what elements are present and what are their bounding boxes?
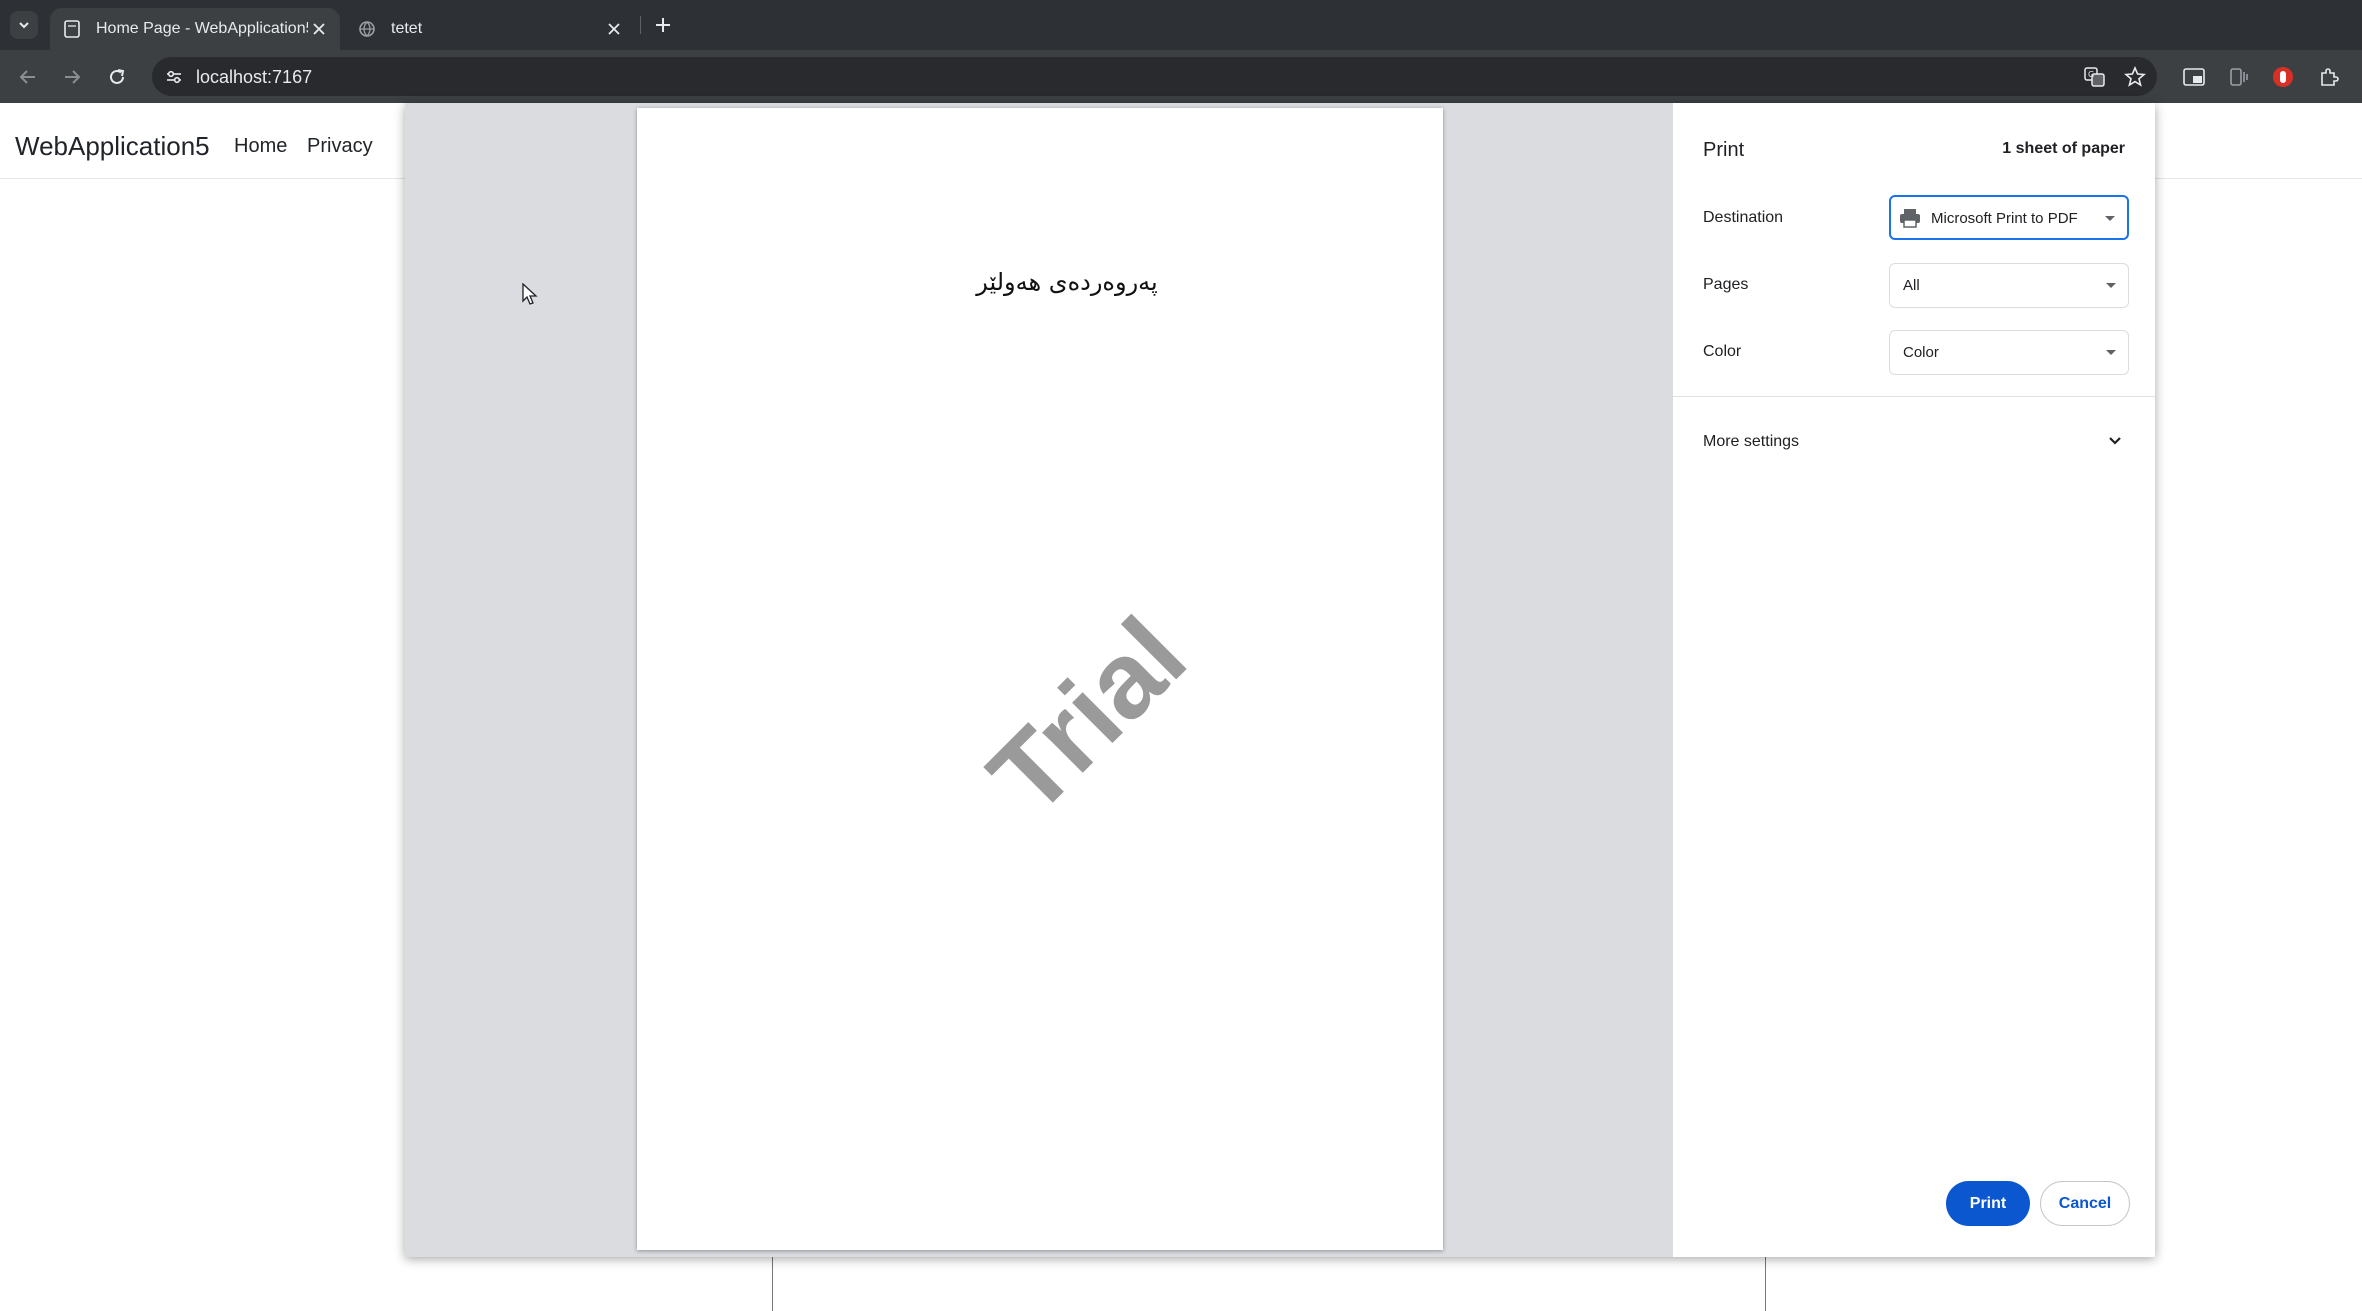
more-settings-toggle[interactable]: More settings xyxy=(1703,433,1799,451)
tab-search-button[interactable] xyxy=(10,11,38,39)
page-divider-line xyxy=(1765,1256,1766,1311)
tab-title: tetet xyxy=(391,20,423,37)
destination-select[interactable]: Microsoft Print to PDF xyxy=(1889,195,2129,240)
document-icon xyxy=(62,19,82,39)
print-dialog: پەروەردەی هەولێر Trial Print 1 sheet of … xyxy=(405,103,2155,1257)
plus-icon xyxy=(656,18,670,32)
preview-heading: پەروەردەی هەولێر xyxy=(976,268,1158,296)
extension-icon[interactable] xyxy=(2224,62,2254,92)
chevron-down-icon[interactable] xyxy=(2105,431,2125,451)
site-brand[interactable]: WebApplication5 xyxy=(15,131,210,162)
color-label: Color xyxy=(1703,343,1742,360)
color-select[interactable]: Color xyxy=(1889,330,2129,375)
reload-button[interactable] xyxy=(101,61,133,93)
forward-button[interactable] xyxy=(56,61,88,93)
star-icon[interactable] xyxy=(2123,65,2147,89)
dropdown-arrow-icon xyxy=(2106,350,2116,355)
cancel-button[interactable]: Cancel xyxy=(2040,1181,2130,1226)
picture-in-picture-icon[interactable] xyxy=(2179,62,2209,92)
sheet-count: 1 sheet of paper xyxy=(2002,140,2125,157)
browser-toolbar: localhost:7167 G xyxy=(0,50,2362,103)
nav-home-link[interactable]: Home xyxy=(234,135,287,158)
dropdown-arrow-icon xyxy=(2105,216,2115,221)
tab-home-page[interactable]: Home Page - WebApplication5 xyxy=(50,8,340,50)
pages-label: Pages xyxy=(1703,276,1749,293)
new-tab-button[interactable] xyxy=(650,12,676,38)
chevron-down-icon xyxy=(19,22,29,29)
globe-icon xyxy=(357,19,377,39)
tab-strip: Home Page - WebApplication5 tetet xyxy=(0,0,2362,50)
destination-label: Destination xyxy=(1703,209,1784,226)
destination-value: Microsoft Print to PDF xyxy=(1931,210,2078,227)
site-info-icon[interactable] xyxy=(160,63,188,91)
print-settings-panel: Print 1 sheet of paper Destination Micro… xyxy=(1673,103,2155,1257)
mouse-cursor-icon xyxy=(522,283,538,305)
address-url: localhost:7167 xyxy=(196,67,313,87)
puzzle-icon[interactable] xyxy=(2314,62,2344,92)
print-preview-sheet: پەروەردەی هەولێر Trial xyxy=(637,108,1443,1250)
svg-text:G: G xyxy=(2088,70,2094,79)
address-bar[interactable]: localhost:7167 G xyxy=(152,57,2157,96)
arrow-left-icon xyxy=(19,70,35,84)
trial-watermark: Trial xyxy=(965,594,1209,837)
print-button[interactable]: Print xyxy=(1946,1181,2030,1226)
close-tab-icon[interactable] xyxy=(308,18,330,40)
arrow-right-icon xyxy=(65,70,81,84)
reload-icon xyxy=(110,69,125,84)
record-extension-icon[interactable] xyxy=(2268,62,2298,92)
pages-value: All xyxy=(1903,277,1920,294)
back-button[interactable] xyxy=(12,61,44,93)
pages-select[interactable]: All xyxy=(1889,263,2129,308)
print-title: Print xyxy=(1703,139,1745,161)
dropdown-arrow-icon xyxy=(2106,283,2116,288)
close-tab-icon[interactable] xyxy=(603,18,625,40)
tab-title: Home Page - WebApplication5 xyxy=(96,20,308,37)
tab-separator xyxy=(640,16,641,34)
tab-tetet[interactable]: tetet xyxy=(345,8,635,50)
panel-divider xyxy=(1673,396,2155,397)
color-value: Color xyxy=(1903,344,1939,361)
printer-icon xyxy=(1900,209,1920,228)
nav-privacy-link[interactable]: Privacy xyxy=(307,135,373,158)
translate-icon[interactable]: G xyxy=(2083,65,2107,89)
page-divider-line xyxy=(772,1256,773,1311)
